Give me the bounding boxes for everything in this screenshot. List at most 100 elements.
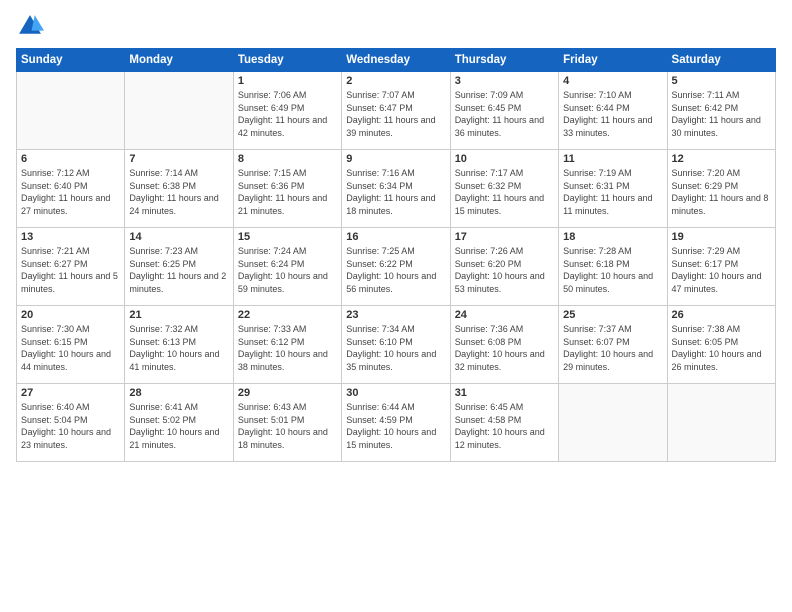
calendar-week-5: 27 Sunrise: 6:40 AM Sunset: 5:04 PM Dayli… [17, 384, 776, 462]
calendar-cell [559, 384, 667, 462]
calendar-cell: 26 Sunrise: 7:38 AM Sunset: 6:05 PM Dayli… [667, 306, 775, 384]
day-number: 8 [238, 153, 337, 165]
day-number: 31 [455, 387, 554, 399]
calendar-cell: 22 Sunrise: 7:33 AM Sunset: 6:12 PM Dayli… [233, 306, 341, 384]
calendar-cell: 11 Sunrise: 7:19 AM Sunset: 6:31 PM Dayli… [559, 150, 667, 228]
day-info: Sunrise: 7:10 AM Sunset: 6:44 PM Dayligh… [563, 89, 662, 139]
day-number: 3 [455, 75, 554, 87]
calendar-cell [667, 384, 775, 462]
calendar-cell: 9 Sunrise: 7:16 AM Sunset: 6:34 PM Daylig… [342, 150, 450, 228]
calendar-cell: 17 Sunrise: 7:26 AM Sunset: 6:20 PM Dayli… [450, 228, 558, 306]
calendar-cell: 15 Sunrise: 7:24 AM Sunset: 6:24 PM Dayli… [233, 228, 341, 306]
calendar-cell: 24Sunrise: 7:36 AM Sunset: 6:08 PM Dayli… [450, 306, 558, 384]
calendar-header-saturday: Saturday [667, 49, 775, 72]
day-number: 25 [563, 309, 662, 321]
day-info: Sunrise: 6:40 AM Sunset: 5:04 PM Dayligh… [21, 401, 120, 451]
calendar-header-sunday: Sunday [17, 49, 125, 72]
calendar-cell: 4 Sunrise: 7:10 AM Sunset: 6:44 PM Daylig… [559, 72, 667, 150]
calendar-cell: 16 Sunrise: 7:25 AM Sunset: 6:22 PM Dayli… [342, 228, 450, 306]
day-number: 24 [455, 309, 554, 321]
calendar-cell: 12 Sunrise: 7:20 AM Sunset: 6:29 PM Dayli… [667, 150, 775, 228]
day-number: 12 [672, 153, 771, 165]
calendar-cell: 6Sunrise: 7:12 AM Sunset: 6:40 PM Daylig… [17, 150, 125, 228]
day-info: Sunrise: 7:20 AM Sunset: 6:29 PM Dayligh… [672, 167, 771, 217]
day-number: 30 [346, 387, 445, 399]
day-number: 16 [346, 231, 445, 243]
day-info: Sunrise: 7:15 AM Sunset: 6:36 PM Dayligh… [238, 167, 337, 217]
day-info: Sunrise: 7:17 AM Sunset: 6:32 PM Dayligh… [455, 167, 554, 217]
day-info: Sunrise: 7:28 AM Sunset: 6:18 PM Dayligh… [563, 245, 662, 295]
calendar-cell: 19 Sunrise: 7:29 AM Sunset: 6:17 PM Dayli… [667, 228, 775, 306]
day-info: Sunrise: 7:21 AM Sunset: 6:27 PM Dayligh… [21, 245, 120, 295]
day-info: Sunrise: 7:16 AM Sunset: 6:34 PM Dayligh… [346, 167, 445, 217]
calendar-cell [17, 72, 125, 150]
day-number: 23 [346, 309, 445, 321]
day-info: Sunrise: 7:33 AM Sunset: 6:12 PM Dayligh… [238, 323, 337, 373]
calendar-cell: 1 Sunrise: 7:06 AM Sunset: 6:49 PM Daylig… [233, 72, 341, 150]
day-number: 9 [346, 153, 445, 165]
calendar-week-1: 1 Sunrise: 7:06 AM Sunset: 6:49 PM Daylig… [17, 72, 776, 150]
calendar-week-3: 13Sunrise: 7:21 AM Sunset: 6:27 PM Dayli… [17, 228, 776, 306]
day-info: Sunrise: 7:26 AM Sunset: 6:20 PM Dayligh… [455, 245, 554, 295]
day-info: Sunrise: 7:25 AM Sunset: 6:22 PM Dayligh… [346, 245, 445, 295]
day-number: 4 [563, 75, 662, 87]
day-number: 18 [563, 231, 662, 243]
day-info: Sunrise: 7:19 AM Sunset: 6:31 PM Dayligh… [563, 167, 662, 217]
calendar-week-4: 20Sunrise: 7:30 AM Sunset: 6:15 PM Dayli… [17, 306, 776, 384]
calendar-header-friday: Friday [559, 49, 667, 72]
calendar-header-thursday: Thursday [450, 49, 558, 72]
calendar-cell: 14Sunrise: 7:23 AM Sunset: 6:25 PM Dayli… [125, 228, 233, 306]
day-number: 17 [455, 231, 554, 243]
day-number: 20 [21, 309, 120, 321]
calendar-cell: 10 Sunrise: 7:17 AM Sunset: 6:32 PM Dayli… [450, 150, 558, 228]
day-number: 22 [238, 309, 337, 321]
calendar-cell: 18 Sunrise: 7:28 AM Sunset: 6:18 PM Dayli… [559, 228, 667, 306]
calendar-cell: 20Sunrise: 7:30 AM Sunset: 6:15 PM Dayli… [17, 306, 125, 384]
page: SundayMondayTuesdayWednesdayThursdayFrid… [0, 0, 792, 612]
calendar-cell: 25Sunrise: 7:37 AM Sunset: 6:07 PM Dayli… [559, 306, 667, 384]
calendar-cell: 13Sunrise: 7:21 AM Sunset: 6:27 PM Dayli… [17, 228, 125, 306]
calendar-cell: 3 Sunrise: 7:09 AM Sunset: 6:45 PM Daylig… [450, 72, 558, 150]
day-info: Sunrise: 7:38 AM Sunset: 6:05 PM Dayligh… [672, 323, 771, 373]
day-info: Sunrise: 6:44 AM Sunset: 4:59 PM Dayligh… [346, 401, 445, 451]
day-info: Sunrise: 7:34 AM Sunset: 6:10 PM Dayligh… [346, 323, 445, 373]
calendar-cell: 27 Sunrise: 6:40 AM Sunset: 5:04 PM Dayli… [17, 384, 125, 462]
day-number: 28 [129, 387, 228, 399]
calendar-cell: 23 Sunrise: 7:34 AM Sunset: 6:10 PM Dayli… [342, 306, 450, 384]
day-number: 11 [563, 153, 662, 165]
calendar-cell: 31Sunrise: 6:45 AM Sunset: 4:58 PM Dayli… [450, 384, 558, 462]
day-info: Sunrise: 6:43 AM Sunset: 5:01 PM Dayligh… [238, 401, 337, 451]
day-number: 15 [238, 231, 337, 243]
day-number: 19 [672, 231, 771, 243]
day-info: Sunrise: 7:24 AM Sunset: 6:24 PM Dayligh… [238, 245, 337, 295]
day-number: 26 [672, 309, 771, 321]
calendar-header-wednesday: Wednesday [342, 49, 450, 72]
day-info: Sunrise: 7:11 AM Sunset: 6:42 PM Dayligh… [672, 89, 771, 139]
calendar-week-2: 6Sunrise: 7:12 AM Sunset: 6:40 PM Daylig… [17, 150, 776, 228]
day-info: Sunrise: 7:07 AM Sunset: 6:47 PM Dayligh… [346, 89, 445, 139]
day-number: 10 [455, 153, 554, 165]
day-info: Sunrise: 7:32 AM Sunset: 6:13 PM Dayligh… [129, 323, 228, 373]
day-number: 6 [21, 153, 120, 165]
calendar-cell: 2 Sunrise: 7:07 AM Sunset: 6:47 PM Daylig… [342, 72, 450, 150]
day-number: 7 [129, 153, 228, 165]
calendar-table: SundayMondayTuesdayWednesdayThursdayFrid… [16, 48, 776, 462]
calendar-header-monday: Monday [125, 49, 233, 72]
calendar-cell: 28 Sunrise: 6:41 AM Sunset: 5:02 PM Dayli… [125, 384, 233, 462]
day-info: Sunrise: 7:29 AM Sunset: 6:17 PM Dayligh… [672, 245, 771, 295]
day-number: 2 [346, 75, 445, 87]
day-info: Sunrise: 7:06 AM Sunset: 6:49 PM Dayligh… [238, 89, 337, 139]
calendar-cell: 5 Sunrise: 7:11 AM Sunset: 6:42 PM Daylig… [667, 72, 775, 150]
logo [16, 12, 46, 40]
day-number: 1 [238, 75, 337, 87]
day-number: 21 [129, 309, 228, 321]
calendar-header-row: SundayMondayTuesdayWednesdayThursdayFrid… [17, 49, 776, 72]
logo-icon [16, 12, 44, 40]
day-number: 5 [672, 75, 771, 87]
day-info: Sunrise: 7:23 AM Sunset: 6:25 PM Dayligh… [129, 245, 228, 295]
day-info: Sunrise: 7:09 AM Sunset: 6:45 PM Dayligh… [455, 89, 554, 139]
day-info: Sunrise: 6:41 AM Sunset: 5:02 PM Dayligh… [129, 401, 228, 451]
day-info: Sunrise: 7:14 AM Sunset: 6:38 PM Dayligh… [129, 167, 228, 217]
day-number: 27 [21, 387, 120, 399]
calendar-cell: 8 Sunrise: 7:15 AM Sunset: 6:36 PM Daylig… [233, 150, 341, 228]
